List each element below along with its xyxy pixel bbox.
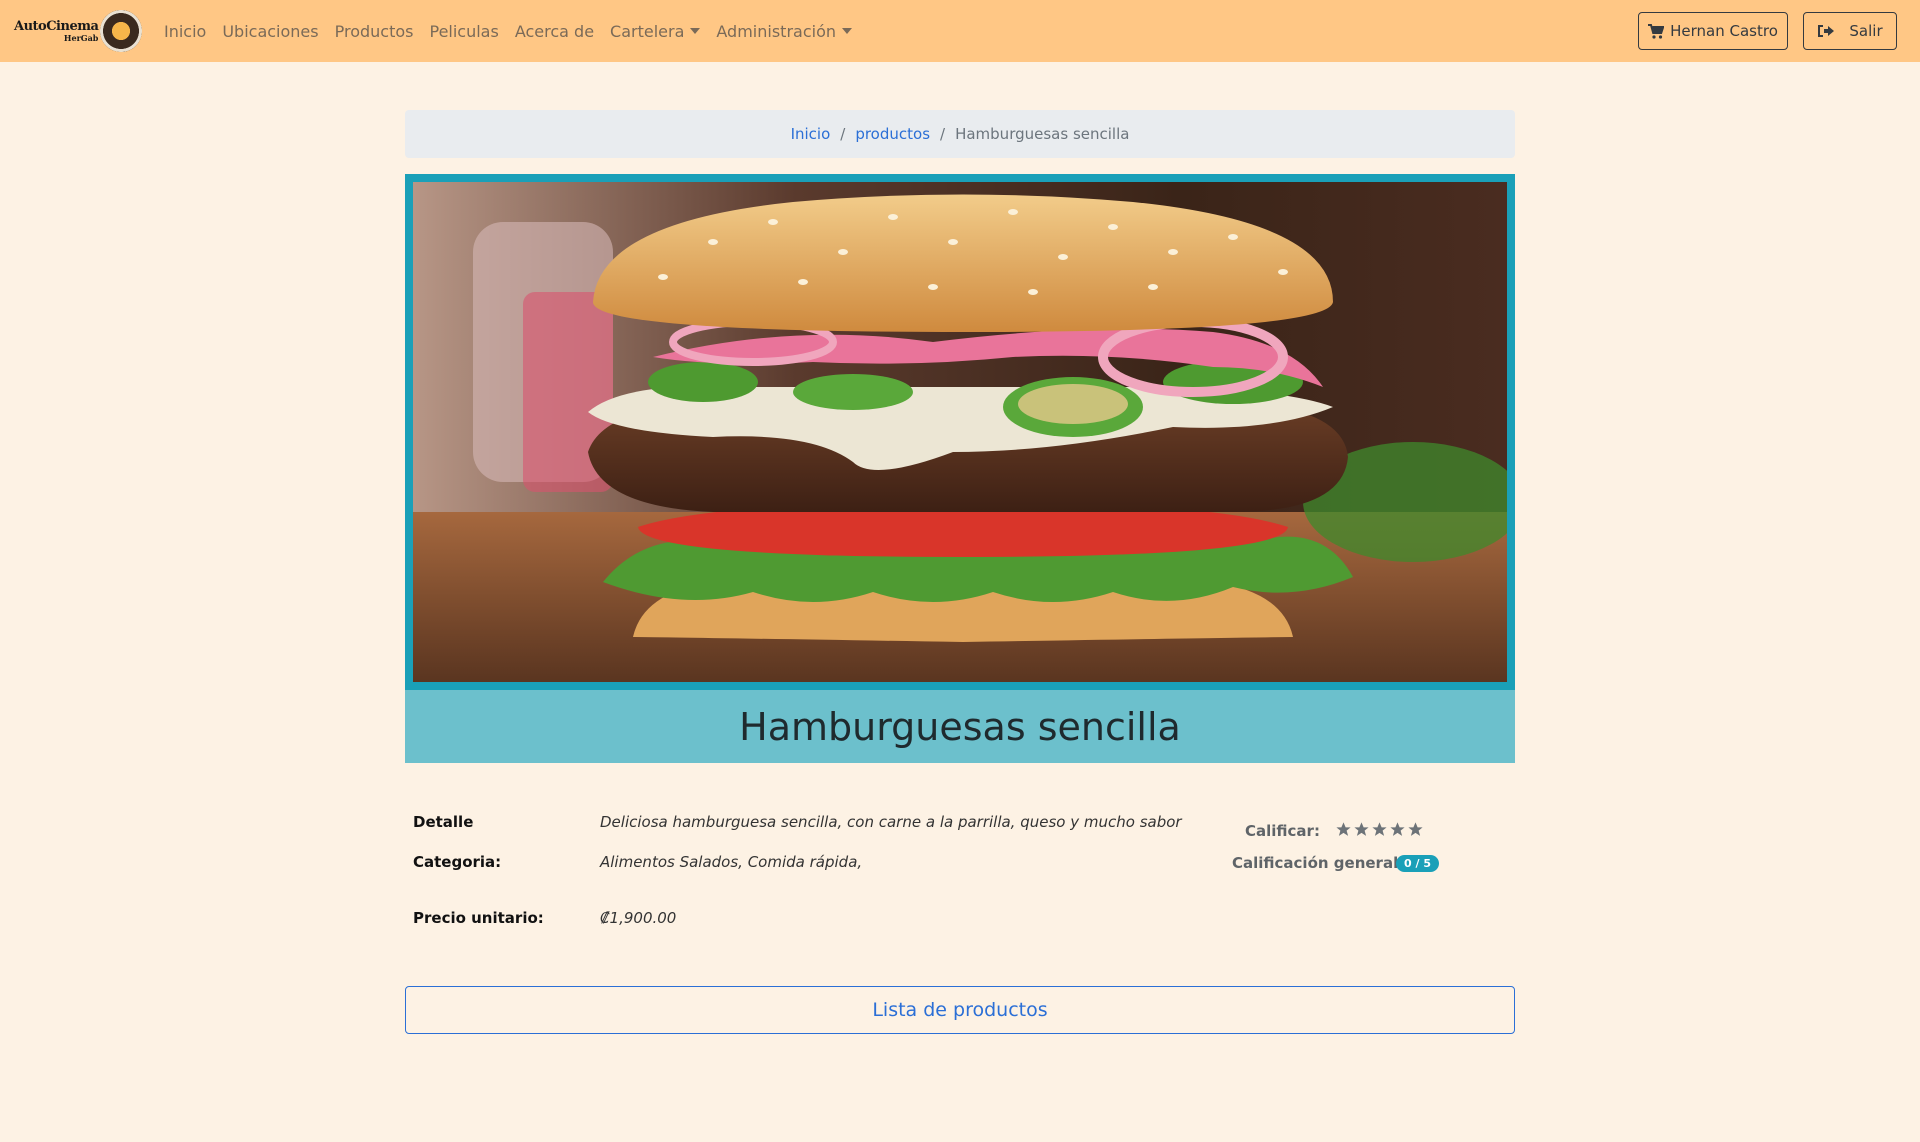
- category-label: Categoria:: [413, 853, 502, 871]
- nav-link-productos[interactable]: Productos: [335, 22, 414, 41]
- star-icon[interactable]: [1389, 821, 1406, 838]
- nav-dropdown-cartelera-label: Cartelera: [610, 21, 685, 41]
- price-label: Precio unitario:: [413, 909, 544, 927]
- overall-rating-label: Calificación general:: [1232, 854, 1405, 872]
- nav-link-ubicaciones[interactable]: Ubicaciones: [222, 22, 318, 41]
- shopping-cart-icon: [1648, 23, 1665, 39]
- burger-illustration: [413, 182, 1507, 682]
- star-icon[interactable]: [1371, 821, 1388, 838]
- star-icon[interactable]: [1407, 821, 1424, 838]
- rate-label: Calificar:: [1245, 822, 1320, 840]
- logout-button[interactable]: Salir: [1803, 12, 1897, 50]
- nav-dropdown-administracion[interactable]: Administración: [716, 22, 852, 41]
- detail-value: Deliciosa hamburguesa sencilla, con carn…: [600, 813, 1182, 831]
- rating-stars[interactable]: [1335, 821, 1425, 838]
- category-value: Alimentos Salados, Comida rápida,: [600, 853, 863, 871]
- nav-link-peliculas[interactable]: Peliculas: [429, 22, 498, 41]
- cart-user-button[interactable]: Hernan Castro: [1638, 12, 1788, 50]
- brand-text: AutoCinema HerGab: [14, 19, 99, 43]
- product-list-button[interactable]: Lista de productos: [405, 986, 1515, 1034]
- breadcrumb-separator: /: [940, 125, 946, 143]
- navbar: AutoCinema HerGab Inicio Ubicaciones Pro…: [0, 0, 1920, 62]
- nav-link-inicio[interactable]: Inicio: [164, 22, 206, 41]
- star-icon[interactable]: [1335, 821, 1352, 838]
- star-icon[interactable]: [1353, 821, 1370, 838]
- breadcrumb-productos[interactable]: productos: [855, 125, 930, 143]
- detail-label: Detalle: [413, 813, 474, 831]
- nav-links: Inicio Ubicaciones Productos Peliculas A…: [164, 0, 868, 62]
- overall-rating-badge: 0 / 5: [1396, 855, 1439, 872]
- breadcrumb-separator: /: [840, 125, 846, 143]
- nav-dropdown-cartelera[interactable]: Cartelera: [610, 21, 701, 41]
- chevron-down-icon: [842, 28, 852, 34]
- nav-link-acerca-de[interactable]: Acerca de: [515, 22, 594, 41]
- user-name: Hernan Castro: [1670, 22, 1778, 40]
- price-value: ₡1,900.00: [600, 909, 677, 927]
- product-card: Hamburguesas sencilla: [405, 174, 1515, 763]
- logout-label: Salir: [1849, 22, 1883, 40]
- brand-logo[interactable]: AutoCinema HerGab: [14, 8, 142, 54]
- breadcrumb-home[interactable]: Inicio: [791, 125, 831, 143]
- film-camera-icon: [100, 10, 142, 52]
- nav-dropdown-administracion-label: Administración: [716, 21, 836, 41]
- product-title: Hamburguesas sencilla: [739, 704, 1181, 749]
- sign-out-icon: [1818, 25, 1835, 37]
- chevron-down-icon: [690, 28, 701, 34]
- brand-subtitle: HerGab: [63, 33, 99, 43]
- product-image: [413, 182, 1507, 682]
- brand-title: AutoCinema: [14, 19, 99, 34]
- breadcrumb-current: Hamburguesas sencilla: [955, 125, 1130, 143]
- breadcrumb: Inicio / productos / Hamburguesas sencil…: [405, 110, 1515, 158]
- product-title-bar: Hamburguesas sencilla: [405, 690, 1515, 763]
